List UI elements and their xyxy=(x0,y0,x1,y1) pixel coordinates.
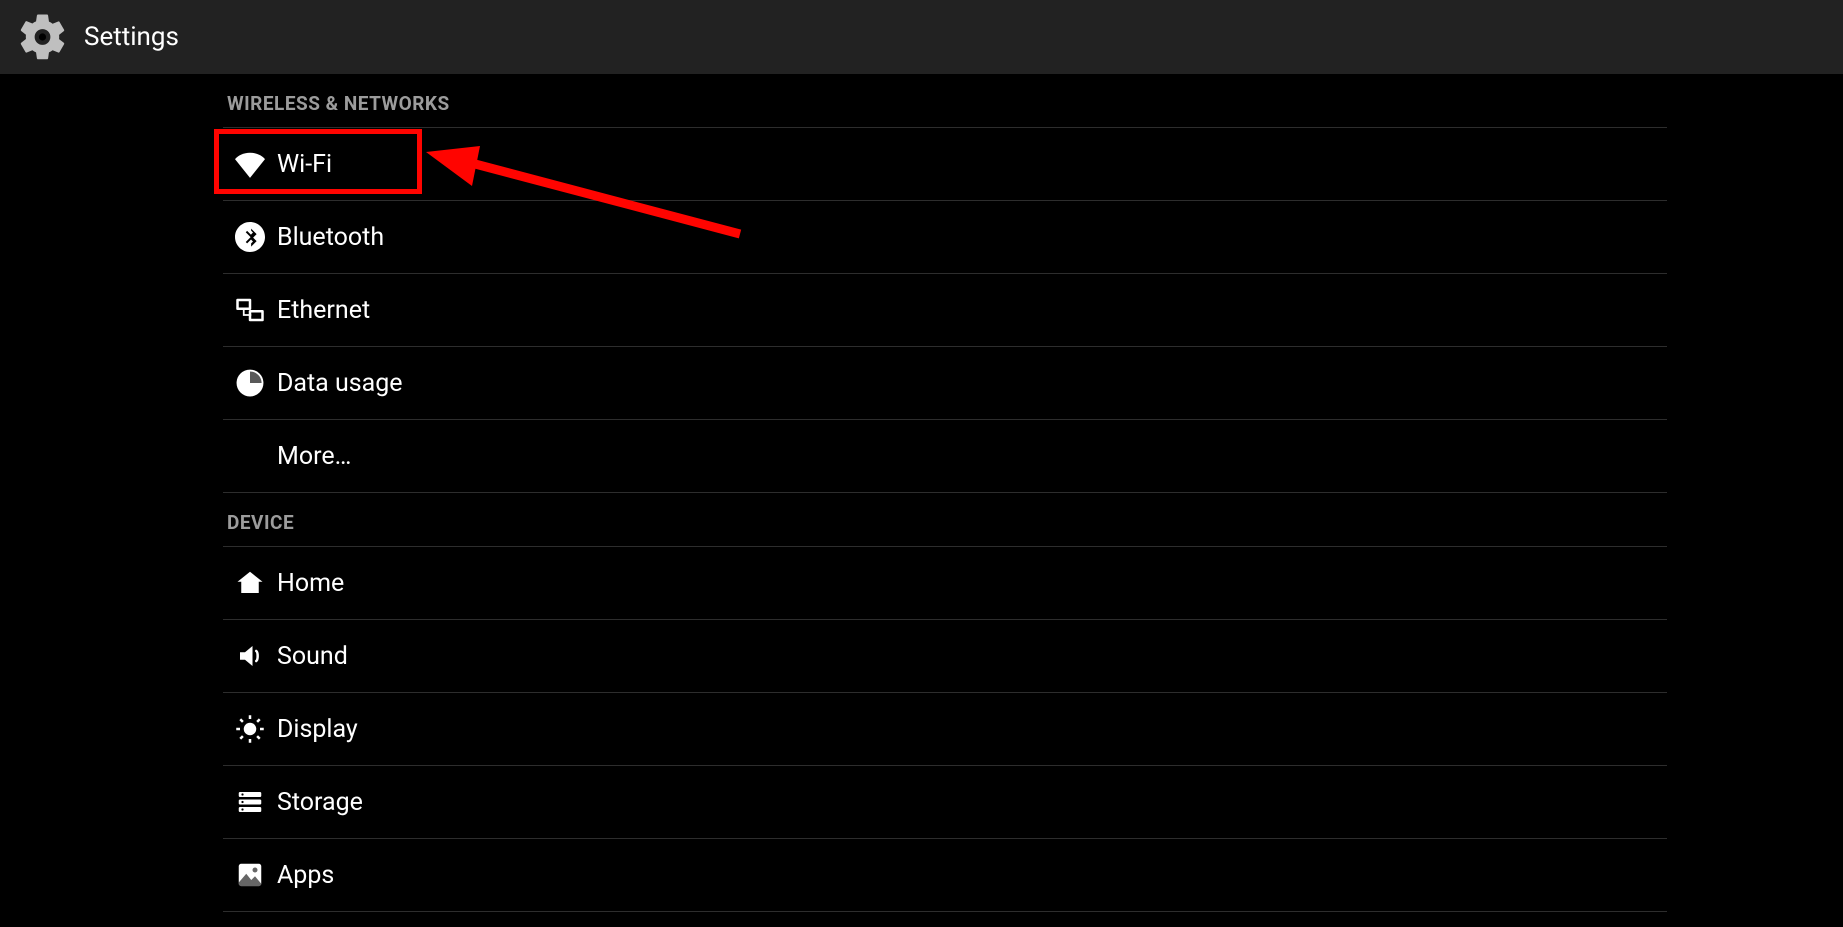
settings-item-label: Ethernet xyxy=(277,296,370,325)
page-title: Settings xyxy=(84,22,179,52)
settings-item-label: More… xyxy=(277,442,351,471)
section-header-device: DEVICE xyxy=(223,493,1667,547)
settings-item-apps[interactable]: Apps xyxy=(223,839,1667,912)
ethernet-icon xyxy=(223,295,277,325)
sound-icon xyxy=(223,641,277,671)
bluetooth-icon xyxy=(223,222,277,252)
settings-item-ethernet[interactable]: Ethernet xyxy=(223,274,1667,347)
settings-item-label: Bluetooth xyxy=(277,223,384,252)
settings-item-display[interactable]: Display xyxy=(223,693,1667,766)
gear-icon xyxy=(16,10,70,64)
apps-icon xyxy=(223,860,277,890)
settings-item-label: Storage xyxy=(277,788,363,817)
settings-item-bluetooth[interactable]: Bluetooth xyxy=(223,201,1667,274)
storage-icon xyxy=(223,787,277,817)
settings-item-label: Apps xyxy=(277,861,334,890)
home-icon xyxy=(223,568,277,598)
settings-item-label: Display xyxy=(277,715,358,744)
section-header-wireless: WIRELESS & NETWORKS xyxy=(223,74,1667,128)
settings-item-data-usage[interactable]: Data usage xyxy=(223,347,1667,420)
settings-item-label: Home xyxy=(277,569,344,598)
settings-item-sound[interactable]: Sound xyxy=(223,620,1667,693)
settings-item-label: Sound xyxy=(277,642,348,671)
settings-item-label: Data usage xyxy=(277,369,403,398)
wifi-icon xyxy=(223,149,277,179)
display-icon xyxy=(223,714,277,744)
settings-item-storage[interactable]: Storage xyxy=(223,766,1667,839)
settings-list: WIRELESS & NETWORKS Wi-Fi Bluetooth Ethe… xyxy=(223,74,1667,912)
settings-item-home[interactable]: Home xyxy=(223,547,1667,620)
settings-item-label: Wi-Fi xyxy=(277,150,332,179)
settings-item-wifi[interactable]: Wi-Fi xyxy=(223,128,1667,201)
data-usage-icon xyxy=(223,368,277,398)
titlebar: Settings xyxy=(0,0,1843,74)
settings-item-more[interactable]: More… xyxy=(223,420,1667,493)
